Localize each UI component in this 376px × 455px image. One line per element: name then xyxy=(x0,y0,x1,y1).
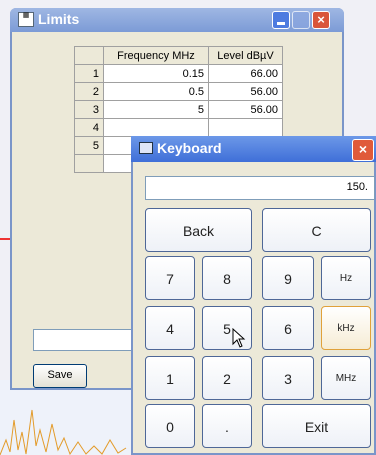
table-row[interactable]: 3 5 56.00 xyxy=(74,100,283,119)
level-cell[interactable] xyxy=(208,118,283,137)
clear-key[interactable]: C xyxy=(262,208,371,252)
column-header-level[interactable]: Level dBµV xyxy=(208,46,283,65)
row-number[interactable]: 1 xyxy=(74,64,104,83)
keyboard-icon xyxy=(139,142,153,154)
table-header-row: Frequency MHz Level dBµV xyxy=(74,46,283,65)
mhz-key[interactable]: MHz xyxy=(321,356,371,400)
save-button[interactable]: Save xyxy=(33,364,87,388)
digit-0-key[interactable]: 0 xyxy=(145,404,195,448)
mouse-pointer-icon xyxy=(232,328,246,348)
level-cell[interactable]: 56.00 xyxy=(208,82,283,101)
digit-1-key[interactable]: 1 xyxy=(145,356,195,400)
table-row[interactable]: 1 0.15 66.00 xyxy=(74,64,283,83)
decimal-point-key[interactable]: . xyxy=(202,404,252,448)
frequency-cell[interactable]: 5 xyxy=(103,100,209,119)
digit-3-key[interactable]: 3 xyxy=(262,356,314,400)
row-number[interactable]: 5 xyxy=(74,136,104,155)
level-cell[interactable]: 66.00 xyxy=(208,64,283,83)
minimize-button[interactable] xyxy=(272,11,290,29)
digit-2-key[interactable]: 2 xyxy=(202,356,252,400)
exit-key[interactable]: Exit xyxy=(262,404,371,448)
digit-6-key[interactable]: 6 xyxy=(262,306,314,350)
keyboard-title: Keyboard xyxy=(157,140,222,156)
level-cell[interactable]: 56.00 xyxy=(208,100,283,119)
row-number[interactable]: 2 xyxy=(74,82,104,101)
keyboard-titlebar[interactable]: Keyboard × xyxy=(131,136,376,162)
limits-title: Limits xyxy=(38,11,80,27)
digit-7-key[interactable]: 7 xyxy=(145,256,195,300)
limits-close-button[interactable]: × xyxy=(312,11,330,29)
limits-app-icon: ▦ xyxy=(18,12,34,27)
khz-key[interactable]: kHz xyxy=(321,306,371,350)
keyboard-close-button[interactable]: × xyxy=(352,139,374,161)
frequency-cell[interactable] xyxy=(103,118,209,137)
row-number[interactable]: 3 xyxy=(74,100,104,119)
row-number[interactable]: 4 xyxy=(74,118,104,137)
table-row[interactable]: 4 xyxy=(74,118,283,137)
frequency-cell[interactable]: 0.5 xyxy=(103,82,209,101)
column-header-frequency[interactable]: Frequency MHz xyxy=(103,46,209,65)
back-key[interactable]: Back xyxy=(145,208,252,252)
keyboard-window: Keyboard × 150. Back C 7 8 9 Hz 4 5 6 kH… xyxy=(131,136,376,455)
digit-8-key[interactable]: 8 xyxy=(202,256,252,300)
frequency-cell[interactable]: 0.15 xyxy=(103,64,209,83)
keyboard-display-input[interactable]: 150. xyxy=(145,176,375,200)
maximize-button[interactable] xyxy=(292,11,310,29)
table-row[interactable]: 2 0.5 56.00 xyxy=(74,82,283,101)
row-number-empty[interactable] xyxy=(74,154,104,173)
digit-9-key[interactable]: 9 xyxy=(262,256,314,300)
limits-titlebar[interactable]: ▦ Limits × xyxy=(10,8,344,32)
row-header-corner xyxy=(74,46,104,65)
hz-key[interactable]: Hz xyxy=(321,256,371,300)
digit-4-key[interactable]: 4 xyxy=(145,306,195,350)
